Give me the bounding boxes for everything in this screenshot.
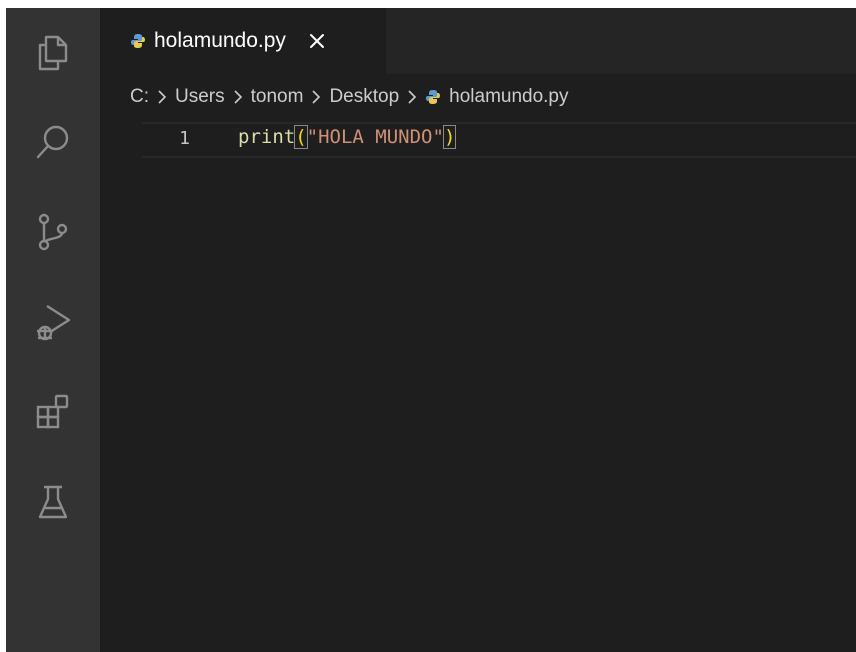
run-debug-icon <box>37 304 71 341</box>
activity-source-control[interactable] <box>6 202 100 262</box>
breadcrumb-item-desktop[interactable]: Desktop <box>329 86 399 108</box>
chevron-right-icon <box>311 89 321 105</box>
breadcrumb-item-tonom[interactable]: tonom <box>251 86 304 108</box>
flask-icon <box>38 485 68 519</box>
code-close-paren: ) <box>442 125 457 149</box>
python-file-icon <box>128 31 148 51</box>
activity-bar <box>6 8 100 652</box>
activity-run-debug[interactable] <box>6 292 100 352</box>
editor-tabs: holamundo.py <box>100 8 856 74</box>
breadcrumb-item-drive[interactable]: C: <box>130 86 149 108</box>
activity-testing[interactable] <box>6 472 100 532</box>
chevron-right-icon <box>407 89 417 105</box>
code-line[interactable]: print("HOLA MUNDO") <box>238 125 457 149</box>
breadcrumb-item-users[interactable]: Users <box>175 86 225 108</box>
activity-extensions[interactable] <box>6 382 100 442</box>
breadcrumb: C: Users tonom Desktop holamundo.py <box>130 82 569 112</box>
code-editor[interactable]: 1 print("HOLA MUNDO") <box>100 118 856 652</box>
tab-holamundo[interactable]: holamundo.py <box>100 8 386 74</box>
line-number: 1 <box>179 128 190 149</box>
code-string-token: "HOLA MUNDO" <box>306 126 444 148</box>
breadcrumb-item-file[interactable]: holamundo.py <box>449 86 568 108</box>
code-function-token: print <box>238 126 296 148</box>
search-icon <box>36 125 69 159</box>
code-open-paren: ( <box>294 125 308 149</box>
source-control-icon <box>38 213 68 251</box>
chevron-right-icon <box>233 89 243 105</box>
python-file-icon <box>425 89 441 105</box>
activity-search[interactable] <box>6 112 100 172</box>
extensions-icon <box>36 394 69 429</box>
chevron-right-icon <box>157 89 167 105</box>
tab-label: holamundo.py <box>154 29 286 52</box>
activity-explorer[interactable] <box>6 22 100 82</box>
close-icon[interactable] <box>306 30 328 52</box>
files-icon <box>38 35 68 71</box>
vscode-window: holamundo.py C: Users tonom Desktop hola… <box>6 8 856 652</box>
